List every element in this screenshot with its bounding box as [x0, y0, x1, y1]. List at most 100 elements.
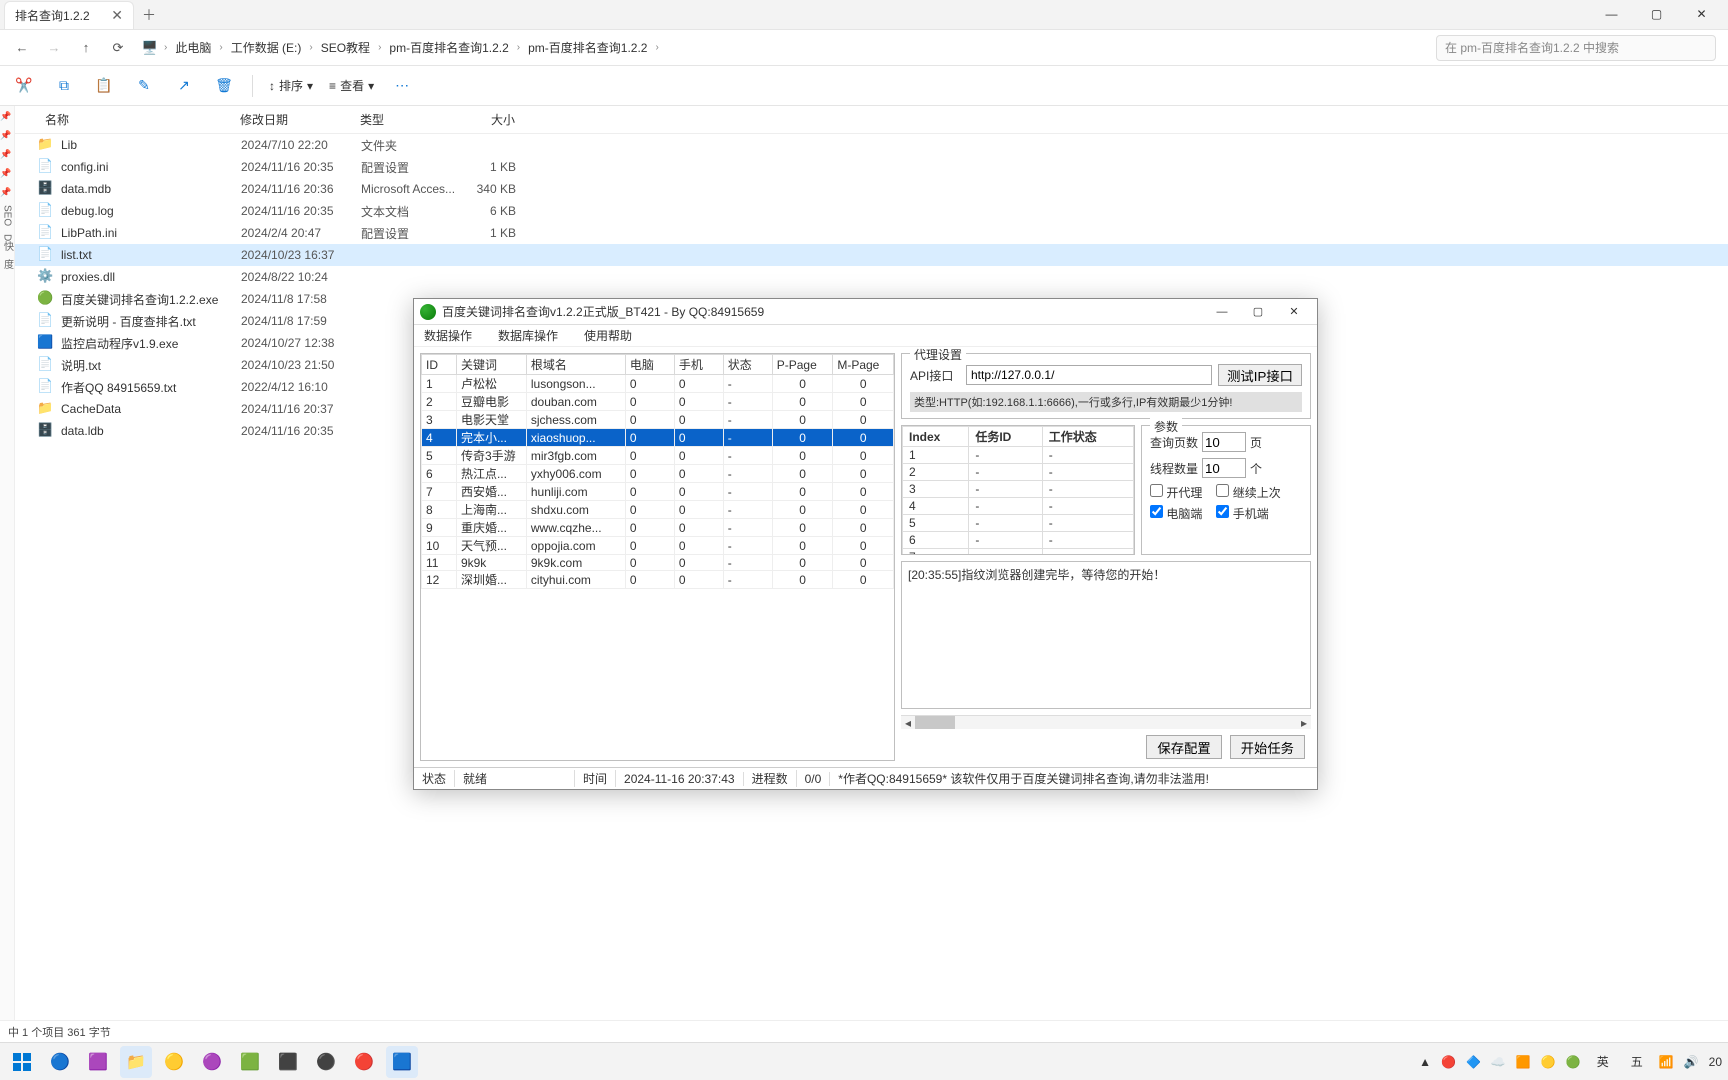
table-row[interactable]: 7-- [903, 549, 1134, 556]
col-name[interactable]: 名称 [15, 111, 240, 128]
scroll-thumb[interactable] [915, 716, 955, 729]
pin-icon[interactable]: 📌 [2, 167, 12, 178]
table-header[interactable]: ID [422, 355, 457, 375]
table-header[interactable]: 手机 [674, 355, 723, 375]
table-row[interactable]: 119k9k9k9k.com00-00 [422, 555, 894, 571]
table-header[interactable]: 状态 [723, 355, 772, 375]
paste-icon[interactable]: 📋 [92, 74, 116, 98]
scroll-right-icon[interactable]: ▸ [1297, 716, 1311, 729]
table-header[interactable]: M-Page [833, 355, 894, 375]
tray-icon[interactable]: 🟡 [1541, 1055, 1556, 1069]
api-input[interactable] [966, 365, 1212, 385]
app-close[interactable]: ✕ [1277, 301, 1311, 323]
taskbar-app[interactable]: 🟪 [82, 1046, 114, 1078]
tray-icon[interactable]: 🟢 [1566, 1055, 1581, 1069]
col-size[interactable]: 大小 [455, 111, 515, 128]
sidebar-label[interactable]: D快 [0, 234, 15, 251]
table-row[interactable]: 4完本小...xiaoshuop...00-00 [422, 429, 894, 447]
table-row[interactable]: 1-- [903, 447, 1134, 464]
table-header[interactable]: 工作状态 [1042, 427, 1133, 447]
app-titlebar[interactable]: 百度关键词排名查询v1.2.2正式版_BT421 - By QQ:8491565… [414, 299, 1317, 325]
table-row[interactable]: 2豆瓣电影douban.com00-00 [422, 393, 894, 411]
view-dropdown[interactable]: ≡ 查看 ▾ [329, 77, 374, 94]
tray-icon[interactable]: ▲ [1419, 1055, 1431, 1069]
breadcrumb-item[interactable]: pm-百度排名查询1.2.2 [385, 37, 512, 58]
volume-icon[interactable]: 🔊 [1684, 1055, 1699, 1069]
close-icon[interactable]: ✕ [111, 7, 123, 24]
ime-indicator[interactable]: 五 [1625, 1051, 1649, 1072]
taskbar-app[interactable]: 🟩 [234, 1046, 266, 1078]
window-minimize[interactable]: — [1589, 0, 1634, 29]
pin-icon[interactable]: 📌 [2, 186, 12, 197]
tray-icon[interactable]: 🔷 [1466, 1055, 1481, 1069]
pc-side-checkbox[interactable]: 电脑端 [1150, 505, 1202, 522]
pin-icon[interactable]: 📌 [2, 129, 12, 140]
sidebar-label[interactable]: SEO [2, 205, 13, 226]
table-row[interactable]: 4-- [903, 498, 1134, 515]
table-row[interactable]: 3电影天堂sjchess.com00-00 [422, 411, 894, 429]
pc-icon[interactable]: 🖥️ [140, 38, 160, 58]
table-row[interactable]: 12深圳婚...cityhui.com00-00 [422, 571, 894, 589]
wifi-icon[interactable]: 📶 [1659, 1055, 1674, 1069]
menu-data-ops[interactable]: 数据操作 [418, 325, 478, 346]
table-row[interactable]: 10天气预...oppojia.com00-00 [422, 537, 894, 555]
breadcrumb-item[interactable]: 此电脑 [171, 37, 215, 58]
use-proxy-checkbox[interactable]: 开代理 [1150, 484, 1202, 501]
pages-input[interactable] [1202, 432, 1246, 452]
table-row[interactable]: 1卢松松lusongson...00-00 [422, 375, 894, 393]
taskbar-edge[interactable]: 🟦 [386, 1046, 418, 1078]
copy-icon[interactable]: ⧉ [52, 74, 76, 98]
nav-refresh-icon[interactable]: ⟳ [108, 38, 128, 58]
continue-checkbox[interactable]: 继续上次 [1216, 484, 1280, 501]
more-icon[interactable]: ⋯ [390, 74, 414, 98]
tray-icon[interactable]: 🔴 [1441, 1055, 1456, 1069]
sort-dropdown[interactable]: ↕ 排序 ▾ [269, 77, 313, 94]
window-maximize[interactable]: ▢ [1634, 0, 1679, 29]
table-row[interactable]: 7西安婚...hunliji.com00-00 [422, 483, 894, 501]
taskbar-chrome[interactable]: 🟡 [158, 1046, 190, 1078]
tray-icon[interactable]: 🟧 [1516, 1055, 1531, 1069]
table-header[interactable]: 关键词 [456, 355, 526, 375]
tray-icon[interactable]: ☁️ [1491, 1055, 1506, 1069]
cut-icon[interactable]: ✂️ [12, 74, 36, 98]
window-close[interactable]: ✕ [1679, 0, 1724, 29]
file-row[interactable]: ⚙️ proxies.dll 2024/8/22 10:24 [15, 266, 1728, 288]
rename-icon[interactable]: ✎ [132, 74, 156, 98]
file-row[interactable]: 📄 debug.log 2024/11/16 20:35 文本文档 6 KB [15, 200, 1728, 222]
table-row[interactable]: 5传奇3手游mir3fgb.com00-00 [422, 447, 894, 465]
nav-up-icon[interactable]: ↑ [76, 38, 96, 58]
table-header[interactable]: Index [903, 427, 969, 447]
share-icon[interactable]: ↗ [172, 74, 196, 98]
app-maximize[interactable]: ▢ [1241, 301, 1275, 323]
app-minimize[interactable]: — [1205, 301, 1239, 323]
start-button[interactable] [6, 1046, 38, 1078]
col-date[interactable]: 修改日期 [240, 111, 360, 128]
file-row[interactable]: 📄 LibPath.ini 2024/2/4 20:47 配置设置 1 KB [15, 222, 1728, 244]
ime-indicator[interactable]: 英 [1591, 1051, 1615, 1072]
breadcrumb-item[interactable]: 工作数据 (E:) [227, 37, 306, 58]
breadcrumb-item[interactable]: SEO教程 [317, 37, 374, 58]
file-row[interactable]: 📄 config.ini 2024/11/16 20:35 配置设置 1 KB [15, 156, 1728, 178]
file-row[interactable]: 📄 list.txt 2024/10/23 16:37 [15, 244, 1728, 266]
save-config-button[interactable]: 保存配置 [1146, 735, 1221, 759]
taskbar-app[interactable]: 🔵 [44, 1046, 76, 1078]
taskbar-app[interactable]: ⚫ [310, 1046, 342, 1078]
new-tab-button[interactable]: ＋ [134, 1, 164, 29]
table-row[interactable]: 6-- [903, 532, 1134, 549]
taskbar-file-explorer[interactable]: 📁 [120, 1046, 152, 1078]
breadcrumb-item[interactable]: pm-百度排名查询1.2.2 [524, 37, 651, 58]
table-row[interactable]: 3-- [903, 481, 1134, 498]
start-task-button[interactable]: 开始任务 [1230, 735, 1305, 759]
threads-input[interactable] [1202, 458, 1246, 478]
table-header[interactable]: P-Page [772, 355, 833, 375]
test-api-button[interactable]: 测试IP接口 [1218, 364, 1302, 386]
search-input[interactable]: 在 pm-百度排名查询1.2.2 中搜索 [1436, 35, 1716, 61]
table-row[interactable]: 9重庆婚...www.cqzhe...00-00 [422, 519, 894, 537]
pin-icon[interactable]: 📌 [2, 148, 12, 159]
scroll-left-icon[interactable]: ◂ [901, 716, 915, 729]
taskbar-record[interactable]: 🔴 [348, 1046, 380, 1078]
pin-icon[interactable]: 📌 [2, 110, 12, 121]
table-header[interactable]: 根域名 [526, 355, 625, 375]
table-row[interactable]: 2-- [903, 464, 1134, 481]
table-row[interactable]: 5-- [903, 515, 1134, 532]
